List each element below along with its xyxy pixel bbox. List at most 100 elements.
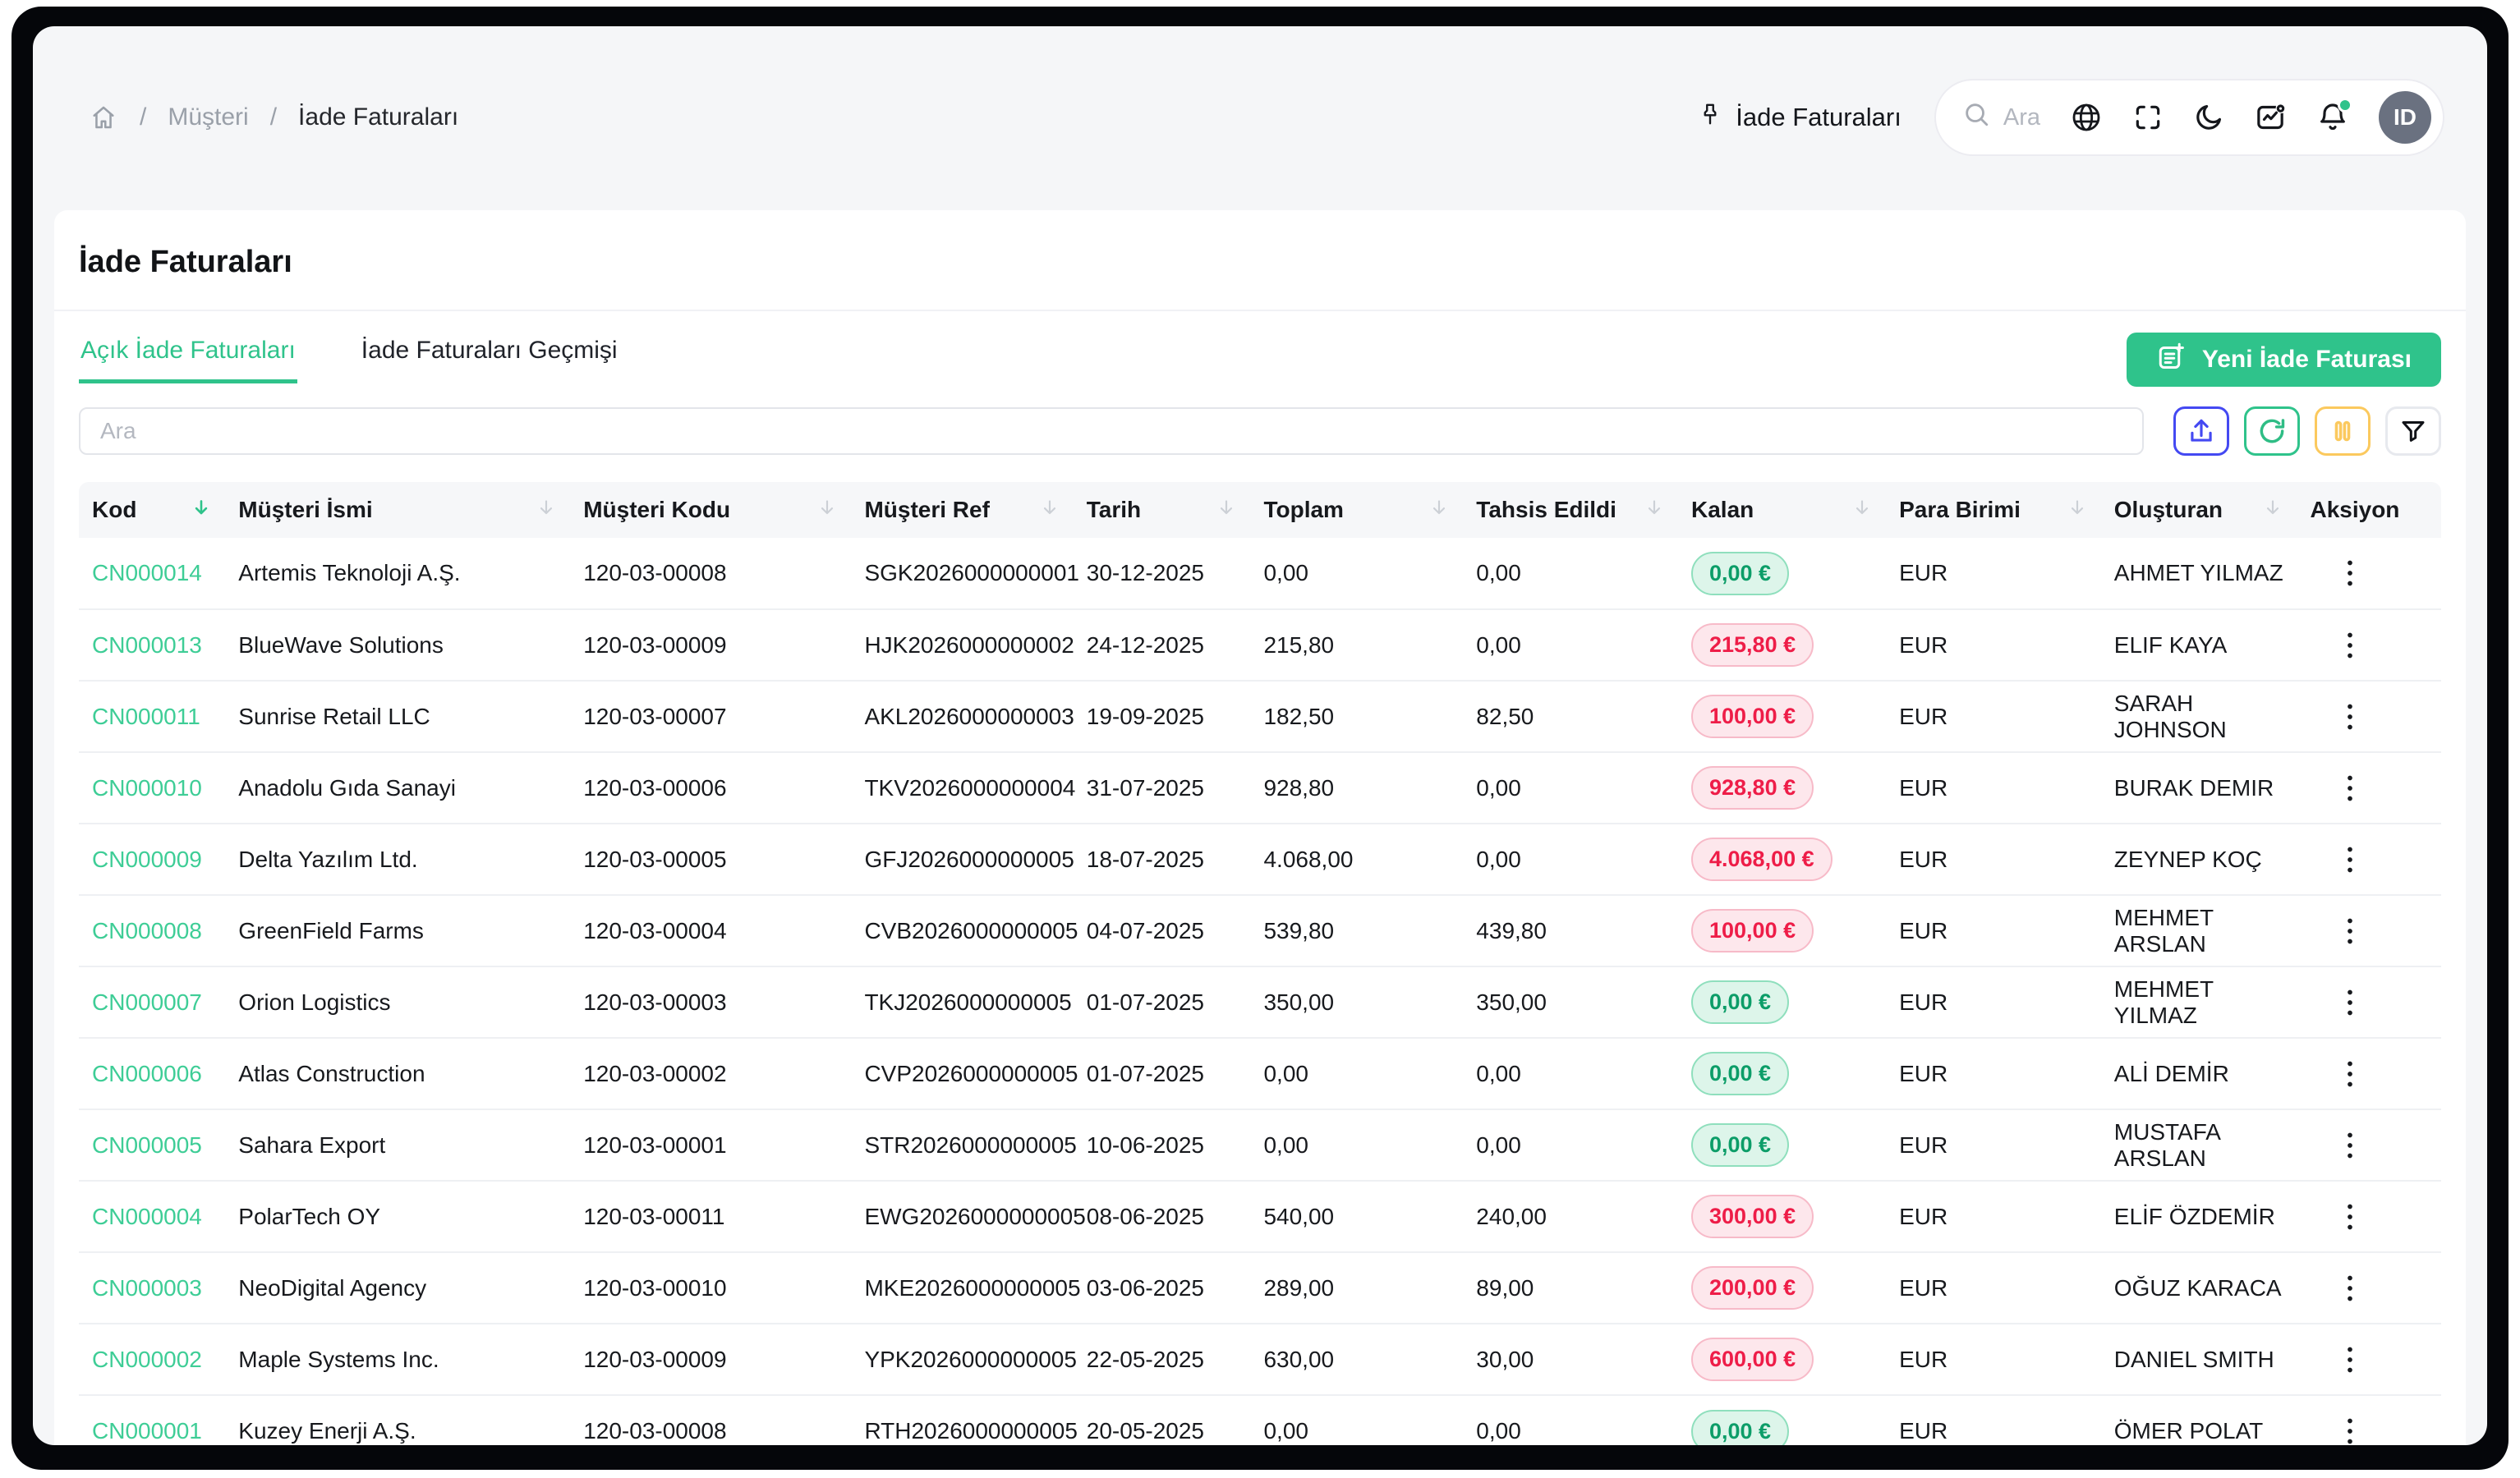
invoice-link[interactable]: CN000010 bbox=[92, 775, 202, 801]
new-invoice-button[interactable]: Yeni İade Faturası bbox=[2127, 333, 2441, 387]
invoice-link[interactable]: CN000013 bbox=[92, 632, 202, 658]
cell-olusturan: ALİ DEMİR bbox=[2101, 1038, 2297, 1109]
cell-toplam: 289,00 bbox=[1250, 1252, 1463, 1324]
cell-olusturan: OĞUZ KARACA bbox=[2101, 1252, 2297, 1324]
cell-musteri-ismi: Kuzey Enerji A.Ş. bbox=[225, 1395, 570, 1445]
row-actions-button[interactable] bbox=[2346, 1199, 2354, 1235]
column-header-kod[interactable]: Kod bbox=[79, 482, 225, 538]
invoice-link[interactable]: CN000001 bbox=[92, 1418, 202, 1444]
cell-musteri-kodu: 120-03-00001 bbox=[570, 1109, 851, 1181]
global-search[interactable]: Ara bbox=[1962, 100, 2040, 135]
cell-toplam: 928,80 bbox=[1250, 752, 1463, 824]
column-label-kod: Kod bbox=[92, 497, 136, 523]
invoice-link[interactable]: CN000006 bbox=[92, 1061, 202, 1086]
column-header-tahsis-edildi[interactable]: Tahsis Edildi bbox=[1463, 482, 1678, 538]
invoice-link[interactable]: CN000008 bbox=[92, 918, 202, 943]
cell-tarih: 10-06-2025 bbox=[1074, 1109, 1251, 1181]
column-header-para-birimi[interactable]: Para Birimi bbox=[1886, 482, 2101, 538]
cell-aksiyon bbox=[2297, 752, 2441, 824]
cell-tahsis-edildi: 82,50 bbox=[1463, 681, 1678, 752]
pinned-page[interactable]: İade Faturaları bbox=[1698, 102, 1901, 133]
table-row: CN000004 PolarTech OY 120-03-00011 EWG20… bbox=[79, 1181, 2441, 1252]
column-header-musteri-ref[interactable]: Müşteri Ref bbox=[851, 482, 1073, 538]
cell-para-birimi: EUR bbox=[1886, 966, 2101, 1038]
cell-kalan: 0,00 € bbox=[1678, 1038, 1886, 1109]
dark-mode-button[interactable] bbox=[2193, 102, 2224, 133]
cell-olusturan: MEHMET YILMAZ bbox=[2101, 966, 2297, 1038]
column-header-musteri-ismi[interactable]: Müşteri İsmi bbox=[225, 482, 570, 538]
cell-musteri-ismi: Orion Logistics bbox=[225, 966, 570, 1038]
refresh-button[interactable] bbox=[2244, 406, 2300, 456]
cell-toplam: 630,00 bbox=[1250, 1324, 1463, 1395]
invoice-link[interactable]: CN000011 bbox=[92, 704, 200, 729]
row-actions-button[interactable] bbox=[2346, 913, 2354, 949]
cell-tarih: 03-06-2025 bbox=[1074, 1252, 1251, 1324]
sort-idle-icon bbox=[1039, 497, 1060, 524]
kalan-badge: 0,00 € bbox=[1691, 1052, 1789, 1095]
invoice-link[interactable]: CN000014 bbox=[92, 560, 202, 585]
kalan-badge: 0,00 € bbox=[1691, 1123, 1789, 1167]
cell-tahsis-edildi: 240,00 bbox=[1463, 1181, 1678, 1252]
row-actions-button[interactable] bbox=[2346, 1413, 2354, 1445]
row-actions-button[interactable] bbox=[2346, 699, 2354, 735]
cell-kod: CN000011 bbox=[79, 681, 225, 752]
invoice-link[interactable]: CN000005 bbox=[92, 1132, 202, 1158]
cell-musteri-kodu: 120-03-00004 bbox=[570, 895, 851, 966]
language-button[interactable] bbox=[2070, 101, 2103, 134]
filter-button[interactable] bbox=[2385, 406, 2441, 456]
column-header-musteri-kodu[interactable]: Müşteri Kodu bbox=[570, 482, 851, 538]
column-header-tarih[interactable]: Tarih bbox=[1074, 482, 1251, 538]
column-label-musteri-ref: Müşteri Ref bbox=[864, 497, 989, 523]
cell-para-birimi: EUR bbox=[1886, 1252, 2101, 1324]
home-icon[interactable] bbox=[89, 103, 118, 132]
cell-kod: CN000013 bbox=[79, 609, 225, 681]
invoice-link[interactable]: CN000009 bbox=[92, 847, 202, 872]
invoice-link[interactable]: CN000004 bbox=[92, 1204, 202, 1229]
kalan-badge: 0,00 € bbox=[1691, 552, 1789, 595]
row-actions-button[interactable] bbox=[2346, 985, 2354, 1021]
export-button[interactable] bbox=[2173, 406, 2229, 456]
tab-iade-faturalari-gecmisi[interactable]: İade Faturaları Geçmişi bbox=[360, 337, 619, 383]
invoice-link[interactable]: CN000002 bbox=[92, 1347, 202, 1372]
cell-aksiyon bbox=[2297, 1395, 2441, 1445]
cell-kalan: 928,80 € bbox=[1678, 752, 1886, 824]
sort-idle-icon bbox=[2067, 497, 2088, 524]
row-actions-button[interactable] bbox=[2346, 1342, 2354, 1378]
columns-button[interactable] bbox=[2315, 406, 2371, 456]
cell-musteri-ismi: Maple Systems Inc. bbox=[225, 1324, 570, 1395]
cell-musteri-ref: SGK2026000000001 bbox=[851, 538, 1073, 609]
cell-kalan: 100,00 € bbox=[1678, 681, 1886, 752]
cell-tahsis-edildi: 30,00 bbox=[1463, 1324, 1678, 1395]
topbar-right: İade Faturaları Ara bbox=[1698, 79, 2444, 156]
column-header-kalan[interactable]: Kalan bbox=[1678, 482, 1886, 538]
fullscreen-button[interactable] bbox=[2132, 102, 2164, 133]
breadcrumb-item-musteri[interactable]: Müşteri bbox=[168, 103, 248, 131]
notifications-button[interactable] bbox=[2316, 101, 2349, 134]
cell-tarih: 20-05-2025 bbox=[1074, 1395, 1251, 1445]
cell-para-birimi: EUR bbox=[1886, 1395, 2101, 1445]
pinned-page-label: İade Faturaları bbox=[1736, 103, 1901, 132]
row-actions-button[interactable] bbox=[2346, 842, 2354, 878]
avatar[interactable]: ID bbox=[2379, 91, 2431, 144]
row-actions-button[interactable] bbox=[2346, 1270, 2354, 1306]
row-actions-button[interactable] bbox=[2346, 770, 2354, 806]
tab-acik-iade-faturalari[interactable]: Açık İade Faturaları bbox=[79, 337, 297, 383]
row-actions-button[interactable] bbox=[2346, 627, 2354, 663]
cell-kod: CN000006 bbox=[79, 1038, 225, 1109]
cell-toplam: 4.068,00 bbox=[1250, 824, 1463, 895]
cell-musteri-kodu: 120-03-00008 bbox=[570, 538, 851, 609]
cell-para-birimi: EUR bbox=[1886, 752, 2101, 824]
row-actions-button[interactable] bbox=[2346, 555, 2354, 591]
sort-idle-icon bbox=[816, 497, 838, 524]
invoice-link[interactable]: CN000007 bbox=[92, 989, 202, 1015]
activity-button[interactable] bbox=[2254, 101, 2287, 134]
row-actions-button[interactable] bbox=[2346, 1127, 2354, 1164]
table-search-input[interactable] bbox=[79, 407, 2144, 455]
table-row: CN000008 GreenField Farms 120-03-00004 C… bbox=[79, 895, 2441, 966]
cell-kalan: 0,00 € bbox=[1678, 538, 1886, 609]
row-actions-button[interactable] bbox=[2346, 1056, 2354, 1092]
invoice-link[interactable]: CN000003 bbox=[92, 1275, 202, 1301]
column-header-olusturan[interactable]: Oluşturan bbox=[2101, 482, 2297, 538]
column-header-toplam[interactable]: Toplam bbox=[1250, 482, 1463, 538]
kalan-badge: 300,00 € bbox=[1691, 1195, 1814, 1238]
